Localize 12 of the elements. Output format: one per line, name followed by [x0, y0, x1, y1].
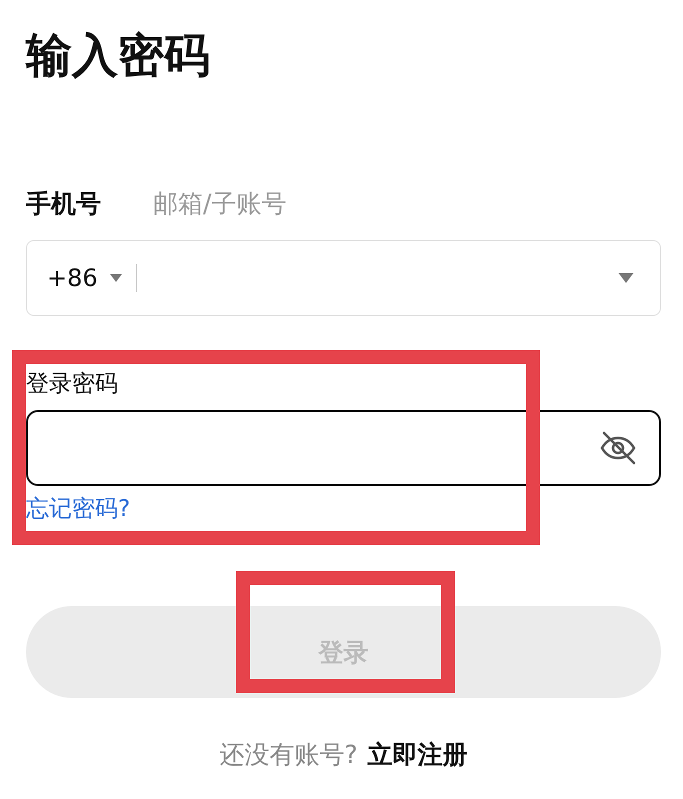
hidden-eye-icon[interactable] [599, 430, 637, 466]
page-title: 输入密码 [26, 27, 211, 84]
dropdown-caret-icon[interactable] [618, 273, 634, 283]
signup-prompt: 还没有账号? [219, 739, 358, 771]
forgot-password-link[interactable]: 忘记密码? [26, 492, 130, 526]
phone-field[interactable]: +86 [26, 240, 661, 316]
register-link[interactable]: 立即注册 [368, 738, 468, 771]
password-field[interactable] [26, 410, 661, 486]
login-tab[interactable]: 手机号 [26, 186, 101, 222]
password-label: 登录密码 [26, 370, 119, 399]
country-code-selector[interactable]: +86 [47, 264, 122, 292]
caret-icon [110, 274, 122, 282]
